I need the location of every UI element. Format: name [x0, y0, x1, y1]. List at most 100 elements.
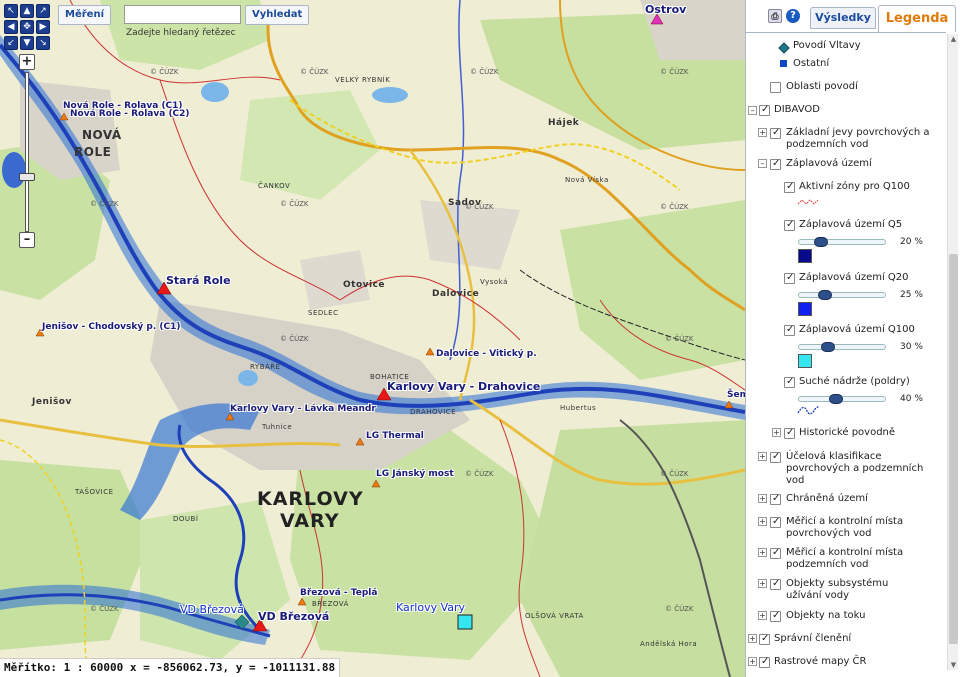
layer-label-aktivni-zony[interactable]: Aktivní zóny pro Q100 [799, 181, 910, 193]
layer-label-rastrove-mapy[interactable]: Rastrové mapy ČR [774, 656, 867, 668]
scrollbar-thumb[interactable] [949, 254, 958, 644]
layer-checkbox-objekty-na-toku[interactable] [770, 610, 781, 622]
legend-item-label: Ostatní [793, 58, 830, 69]
layer-checkbox-merici-podzem[interactable] [770, 547, 781, 559]
layer-label-zakladni-jevy[interactable]: Základní jevy povrchových a podzemních v… [786, 127, 936, 151]
measure-button[interactable]: Měření [58, 5, 111, 25]
opacity-value-q20: 25 % [900, 290, 923, 300]
panel-tabs: ⎙ ? Výsledky Legenda [746, 0, 960, 32]
layer-checkbox-zu-q5[interactable] [784, 219, 795, 231]
layer-checkbox-spravni-cleneni[interactable] [759, 633, 770, 645]
layer-label-suche-nadrze[interactable]: Suché nádrže (poldry) [799, 376, 910, 388]
layer-label-merici-podzem[interactable]: Měřicí a kontrolní místa podzemních vod [786, 547, 926, 571]
expand-icon[interactable]: + [758, 611, 767, 620]
layer-checkbox-zaplavova-uzemi[interactable] [770, 158, 781, 170]
help-icon[interactable]: ? [786, 9, 800, 23]
povodi-vltavy-icon [778, 42, 790, 54]
side-panel: ⎙ ? Výsledky Legenda Povodí Vltavy Ostat… [745, 0, 960, 677]
layer-label-objekty-subsystemu[interactable]: Objekty subsystému užívání vody [786, 578, 926, 602]
ostatni-icon [780, 60, 787, 67]
search-button[interactable]: Vyhledat [245, 5, 310, 25]
layer-label-historicke-povodne[interactable]: Historické povodně [799, 427, 895, 439]
search-hint: Zadejte hledaný řetězec [126, 28, 236, 38]
layer-checkbox-suche-nadrze[interactable] [784, 376, 795, 388]
zoom-in-button[interactable]: + [19, 54, 35, 70]
layer-label-oblasti-povodi[interactable]: Oblasti povodí [786, 81, 858, 93]
pan-east-icon[interactable]: ▶ [36, 20, 50, 34]
collapse-icon[interactable]: – [758, 159, 767, 168]
search-input[interactable] [124, 5, 241, 24]
layer-label-zu-q5[interactable]: Záplavová území Q5 [799, 219, 902, 231]
zoom-out-button[interactable]: – [19, 232, 35, 248]
expand-icon[interactable]: + [758, 128, 767, 137]
layer-label-chranena-uzemi[interactable]: Chráněná území [786, 493, 868, 505]
expand-icon[interactable]: + [772, 428, 781, 437]
layer-label-zu-q100[interactable]: Záplavová území Q100 [799, 324, 915, 336]
scroll-down-icon[interactable]: ▼ [948, 660, 959, 670]
legend-scrollbar[interactable]: ▲ ▼ [947, 34, 958, 670]
layer-checkbox-aktivni-zony[interactable] [784, 181, 795, 193]
layer-label-objekty-na-toku[interactable]: Objekty na toku [786, 610, 865, 622]
opacity-slider-q100[interactable] [798, 342, 886, 352]
map-canvas[interactable]: KARLOVY VARY NOVÁ ROLE Sadov Otovice Dal… [0, 0, 745, 677]
layer-checkbox-oblasti-povodi[interactable] [770, 82, 781, 93]
pan-northwest-icon[interactable]: ↖ [4, 4, 18, 18]
pan-southeast-icon[interactable]: ↘ [36, 36, 50, 50]
layer-checkbox-historicke-povodne[interactable] [784, 427, 795, 439]
zoom-control: + – [17, 52, 37, 252]
layer-checkbox-dibavod[interactable] [759, 104, 770, 116]
suche-nadrze-line-icon [797, 405, 820, 415]
opacity-slider-handle[interactable] [829, 394, 843, 404]
layer-label-spravni-cleneni[interactable]: Správní členění [774, 633, 851, 645]
aktivni-zony-line-icon [797, 199, 819, 205]
pan-southwest-icon[interactable]: ↙ [4, 36, 18, 50]
opacity-slider-handle[interactable] [821, 342, 835, 352]
opacity-slider-poldry[interactable] [798, 394, 886, 404]
layer-checkbox-rastrove-mapy[interactable] [759, 656, 770, 668]
tab-legend[interactable]: Legenda [878, 5, 956, 32]
opacity-slider-handle[interactable] [818, 290, 832, 300]
opacity-value-poldry: 40 % [900, 394, 923, 404]
pan-center-icon[interactable]: ✥ [20, 20, 34, 34]
layer-label-ucelova-klasifikace[interactable]: Účelová klasifikace povrchových a podzem… [786, 451, 926, 487]
color-swatch-q20 [798, 302, 812, 316]
layer-checkbox-objekty-subsystemu[interactable] [770, 578, 781, 590]
color-swatch-q100 [798, 354, 812, 368]
pan-north-icon[interactable]: ▲ [20, 4, 34, 18]
layer-checkbox-chranena-uzemi[interactable] [770, 493, 781, 505]
layer-checkbox-zu-q100[interactable] [784, 324, 795, 336]
layer-checkbox-zu-q20[interactable] [784, 272, 795, 284]
opacity-slider-q20[interactable] [798, 290, 886, 300]
zoom-slider-handle[interactable] [19, 173, 35, 181]
expand-icon[interactable]: + [758, 579, 767, 588]
collapse-icon[interactable]: – [748, 106, 757, 115]
layer-checkbox-merici-povrch[interactable] [770, 516, 781, 528]
opacity-value-q5: 20 % [900, 237, 923, 247]
layer-checkbox-ucelova-klasifikace[interactable] [770, 451, 781, 463]
pan-northeast-icon[interactable]: ↗ [36, 4, 50, 18]
color-swatch-q5 [798, 249, 812, 263]
layer-label-zu-q20[interactable]: Záplavová území Q20 [799, 272, 909, 284]
legend-tree: Povodí Vltavy Ostatní Oblasti povodí – D… [746, 32, 946, 677]
expand-icon[interactable]: + [758, 517, 767, 526]
printer-icon[interactable]: ⎙ [768, 9, 782, 23]
pan-control: ↖ ▲ ↗ ◀ ✥ ▶ ↙ ▼ ↘ [4, 4, 50, 50]
tab-results[interactable]: Výsledky [810, 7, 876, 29]
pan-west-icon[interactable]: ◀ [4, 20, 18, 34]
layer-label-dibavod[interactable]: DIBAVOD [774, 104, 820, 116]
expand-icon[interactable]: + [748, 634, 757, 643]
layer-label-merici-povrch[interactable]: Měřicí a kontrolní místa povrchových vod [786, 516, 926, 540]
scale-coordinates-readout: Měřítko: 1 : 60000 x = -856062.73, y = -… [0, 658, 341, 677]
scroll-up-icon[interactable]: ▲ [948, 34, 959, 44]
layer-label-zaplavova-uzemi[interactable]: Záplavová území [786, 158, 872, 170]
layer-checkbox-zakladni-jevy[interactable] [770, 127, 781, 139]
opacity-slider-q5[interactable] [798, 237, 886, 247]
pan-south-icon[interactable]: ▼ [20, 36, 34, 50]
opacity-slider-handle[interactable] [814, 237, 828, 247]
expand-icon[interactable]: + [748, 657, 757, 666]
zoom-slider-track[interactable] [19, 72, 35, 232]
expand-icon[interactable]: + [758, 452, 767, 461]
opacity-value-q100: 30 % [900, 342, 923, 352]
expand-icon[interactable]: + [758, 548, 767, 557]
expand-icon[interactable]: + [758, 494, 767, 503]
